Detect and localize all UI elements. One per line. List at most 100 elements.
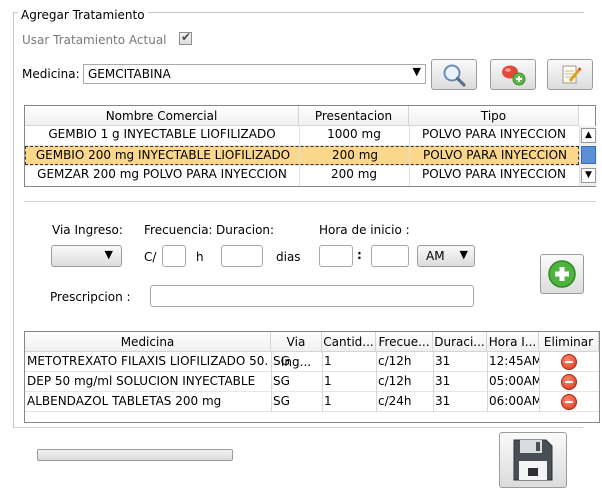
time-colon: : [357, 248, 362, 262]
delete-row-icon[interactable] [561, 394, 577, 410]
column-divider [376, 352, 377, 412]
header-nombre-comercial[interactable]: Nombre Comercial [25, 106, 299, 126]
ampm-value: AM [426, 249, 445, 263]
minuto-input[interactable] [371, 245, 409, 267]
cell-frecuencia: c/12h [378, 374, 412, 388]
header-eliminar[interactable]: Eliminar [539, 332, 599, 352]
cell-nombre: GEMZAR 200 mg POLVO PARA INYECCION [37, 167, 287, 181]
save-button[interactable] [499, 432, 567, 488]
cell-tipo: POLVO PARA INYECCION [421, 127, 566, 141]
table-row[interactable]: GEMZAR 200 mg POLVO PARA INYECCION 200 m… [25, 166, 579, 185]
cell-hora: 12:45AM [489, 354, 539, 368]
search-button[interactable] [431, 59, 477, 90]
floppy-disk-icon [513, 439, 553, 481]
add-medicine-button[interactable] [490, 59, 536, 90]
cell-medicina: ALBENDAZOL TABLETAS 200 mg [27, 394, 222, 408]
table-row-selected[interactable]: GEMBIO 200 mg INYECTABLE LIOFILIZADO 200… [25, 146, 579, 165]
chevron-down-icon: ▼ [459, 248, 468, 261]
add-treatment-button[interactable] [540, 254, 584, 294]
header-medicina[interactable]: Medicina [25, 332, 271, 352]
cell-nombre: GEMBIO 1 g INYECTABLE LIOFILIZADO [48, 127, 276, 141]
cell-presentacion: 1000 mg [327, 127, 381, 141]
chevron-down-icon: ▼ [104, 248, 113, 261]
prescripcion-input[interactable] [150, 285, 474, 307]
header-frecuencia[interactable]: Frecue... [376, 332, 433, 352]
h-label: h [196, 250, 204, 264]
cell-cantidad: 1 [324, 374, 332, 388]
cell-via: SG [273, 354, 290, 368]
cell-duracion: 31 [435, 354, 451, 368]
medicina-label: Medicina: [22, 67, 80, 81]
scroll-down-icon[interactable]: ▼ [581, 168, 596, 183]
dias-label: dias [276, 250, 301, 264]
c-label: C/ [144, 250, 157, 264]
medicina-value: GEMCITABINA [88, 67, 171, 81]
cell-via: SG [273, 374, 290, 388]
product-grid: Nombre Comercial Presentacion Tipo GEMBI… [24, 105, 597, 187]
pill-add-icon [502, 65, 526, 86]
section-divider [24, 201, 596, 202]
bottom-divider [13, 427, 583, 428]
table-row[interactable]: ALBENDAZOL TABLETAS 200 mg SG 1 c/24h 31… [25, 392, 599, 411]
column-divider [433, 352, 434, 412]
edit-button[interactable] [547, 59, 593, 90]
medicina-select[interactable]: GEMCITABINA ▼ [83, 64, 426, 84]
table-row[interactable]: METOTREXATO FILAXIS LIOFILIZADO 50... SG… [25, 352, 599, 371]
group-title: Agregar Tratamiento [18, 8, 148, 22]
frecuencia-label: Frecuencia: [144, 223, 213, 237]
treatment-grid: Medicina Via Ing... Cantid... Frecue... … [24, 331, 600, 423]
row-divider [25, 411, 599, 412]
column-divider [299, 126, 300, 186]
prescripcion-label: Prescripcion : [50, 290, 131, 304]
duracion-input[interactable] [221, 245, 263, 267]
frecuencia-input[interactable] [162, 245, 186, 267]
delete-row-icon[interactable] [561, 354, 577, 370]
cell-tipo: POLVO PARA INYECCION [421, 167, 566, 181]
cell-medicina: DEP 50 mg/ml SOLUCION INYECTABLE [27, 374, 256, 388]
column-divider [539, 352, 540, 412]
header-via[interactable]: Via Ing... [271, 332, 322, 369]
magnifier-icon [443, 64, 466, 87]
header-tipo[interactable]: Tipo [409, 106, 579, 126]
header-presentacion[interactable]: Presentacion [299, 106, 409, 126]
scroll-thumb[interactable] [581, 146, 596, 164]
column-divider [271, 352, 272, 412]
checkmark-icon: ✔ [181, 30, 192, 44]
column-divider [409, 126, 410, 186]
table-row[interactable]: DEP 50 mg/ml SOLUCION INYECTABLE SG 1 c/… [25, 372, 599, 391]
header-duracion[interactable]: Duraci... [433, 332, 487, 352]
cell-medicina: METOTREXATO FILAXIS LIOFILIZADO 50... [27, 354, 269, 368]
scroll-up-icon[interactable]: ▲ [581, 128, 596, 143]
cell-hora: 06:00AM [489, 394, 539, 408]
column-divider [487, 352, 488, 412]
hora-inicio-label: Hora de inicio : [319, 223, 410, 237]
product-grid-scrollbar[interactable]: ▲ ▼ [579, 126, 597, 186]
plus-circle-icon [548, 260, 576, 288]
chevron-down-icon: ▼ [412, 65, 421, 78]
cell-duracion: 31 [435, 394, 451, 408]
via-ingreso-select[interactable]: ▼ [51, 245, 122, 267]
hora-input[interactable] [319, 245, 353, 267]
cell-presentacion: 200 mg [331, 148, 379, 162]
cell-duracion: 31 [435, 374, 451, 388]
delete-row-icon[interactable] [561, 374, 577, 390]
column-divider [322, 352, 323, 412]
cell-hora: 05:00AM [489, 374, 539, 388]
table-row[interactable]: GEMBIO 1 g INYECTABLE LIOFILIZADO 1000 m… [25, 126, 579, 145]
header-cantidad[interactable]: Cantid... [322, 332, 376, 352]
cell-frecuencia: c/24h [378, 394, 412, 408]
cell-frecuencia: c/12h [378, 354, 412, 368]
cell-via: SG [273, 394, 290, 408]
via-ingreso-label: Via Ingreso: [52, 223, 123, 237]
use-current-checkbox[interactable]: ✔ [179, 30, 192, 45]
cell-cantidad: 1 [324, 394, 332, 408]
header-hora[interactable]: Hora I... [487, 332, 539, 352]
cell-tipo: POLVO PARA INYECCION [422, 148, 567, 162]
cell-presentacion: 200 mg [330, 167, 378, 181]
ampm-select[interactable]: AM ▼ [417, 245, 475, 267]
cell-cantidad: 1 [324, 354, 332, 368]
cell-nombre: GEMBIO 200 mg INYECTABLE LIOFILIZADO [35, 148, 291, 162]
duracion-label: Duracion: [216, 223, 275, 237]
use-current-label: Usar Tratamiento Actual [22, 33, 167, 47]
notepad-edit-icon [562, 65, 582, 84]
